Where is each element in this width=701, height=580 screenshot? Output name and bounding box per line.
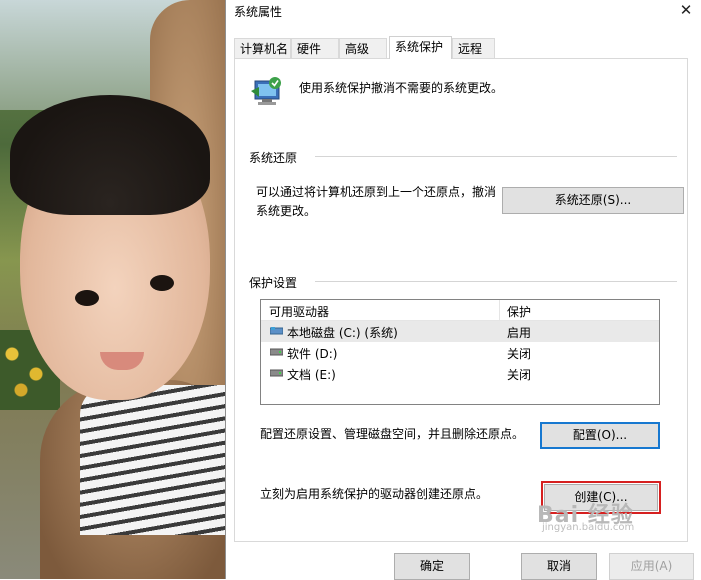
drive-name: 软件 (D:): [287, 347, 338, 361]
system-drive-icon: [270, 327, 283, 335]
drive-name: 本地磁盘 (C:) (系统): [287, 326, 398, 340]
drive-list-header: 可用驱动器 保护: [261, 300, 659, 321]
intro-text: 使用系统保护撤消不需要的系统更改。: [299, 81, 504, 95]
drive-status: 启用: [507, 326, 532, 340]
tab-system-protection[interactable]: 系统保护: [389, 36, 452, 59]
tab-remote[interactable]: 远程: [452, 38, 495, 58]
photo-eye-right: [150, 275, 174, 291]
restore-description: 可以通过将计算机还原到上一个还原点，撤消系统更改。: [256, 185, 497, 218]
apply-button[interactable]: 应用(A): [609, 553, 694, 580]
tab-hardware[interactable]: 硬件: [291, 38, 339, 58]
window-title: 系统属性: [234, 5, 283, 19]
protection-section-label: 保护设置: [249, 274, 306, 291]
column-header-drives[interactable]: 可用驱动器: [269, 303, 329, 320]
create-description: 立刻为启用系统保护的驱动器创建还原点。: [260, 487, 489, 501]
cancel-button[interactable]: 取消: [521, 553, 597, 580]
close-icon[interactable]: ✕: [676, 0, 696, 20]
desktop-photo: [0, 0, 225, 579]
protection-divider: [315, 281, 677, 282]
drive-icon: [270, 369, 283, 377]
configure-button[interactable]: 配置(O)...: [540, 422, 660, 449]
drive-icon: [270, 348, 283, 356]
column-separator: [499, 300, 500, 320]
drive-status: 关闭: [507, 368, 532, 382]
drive-row-c[interactable]: 本地磁盘 (C:) (系统) 启用: [261, 321, 659, 342]
drive-list[interactable]: 可用驱动器 保护 本地磁盘 (C:) (系统) 启用 软件 (D:) 关闭 文档…: [260, 299, 660, 405]
tab-advanced[interactable]: 高级: [339, 38, 387, 58]
ok-button[interactable]: 确定: [394, 553, 470, 580]
system-protection-icon: [251, 77, 281, 105]
restore-section-label: 系统还原: [249, 149, 306, 166]
restore-divider: [315, 156, 677, 157]
tab-panel-system-protection: 使用系统保护撤消不需要的系统更改。 系统还原 可以通过将计算机还原到上一个还原点…: [234, 58, 688, 542]
system-properties-dialog: 系统属性 ✕ 计算机名 硬件 高级 系统保护 远程 使用系统保护撤消不需要的系统…: [225, 0, 701, 580]
drive-name: 文档 (E:): [287, 368, 336, 382]
column-header-protection[interactable]: 保护: [507, 303, 531, 320]
photo-eye-left: [75, 290, 99, 306]
baidu-watermark-url: jingyan.baidu.com: [542, 522, 635, 533]
drive-row-e[interactable]: 文档 (E:) 关闭: [261, 363, 659, 384]
drive-row-d[interactable]: 软件 (D:) 关闭: [261, 342, 659, 363]
configure-description: 配置还原设置、管理磁盘空间，并且删除还原点。: [260, 427, 525, 441]
drive-status: 关闭: [507, 347, 532, 361]
photo-hair: [10, 95, 210, 215]
tab-computer-name[interactable]: 计算机名: [234, 38, 291, 58]
photo-shirt: [80, 385, 225, 535]
system-restore-button[interactable]: 系统还原(S)...: [502, 187, 684, 214]
